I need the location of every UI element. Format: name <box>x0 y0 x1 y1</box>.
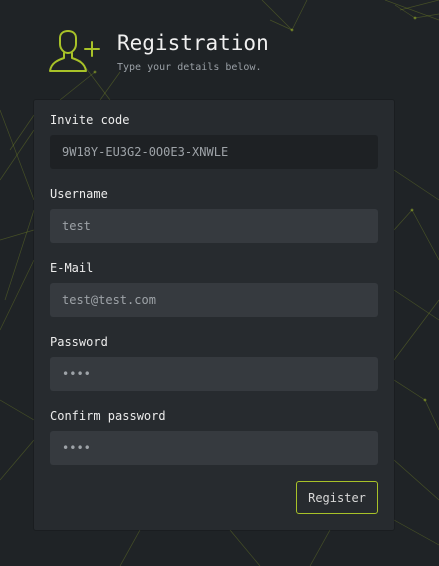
confirm-password-label: Confirm password <box>50 409 166 423</box>
page-header: Registration Type your details below. <box>48 30 408 76</box>
password-field[interactable] <box>50 357 378 391</box>
password-label: Password <box>50 335 108 349</box>
email-field[interactable] <box>50 283 378 317</box>
confirm-password-field[interactable] <box>50 431 378 465</box>
email-label: E-Mail <box>50 261 94 275</box>
register-button[interactable]: Register <box>296 481 378 514</box>
invite-code-field[interactable] <box>50 135 378 169</box>
username-field[interactable] <box>50 209 378 243</box>
username-label: Username <box>50 187 108 201</box>
invite-code-label: Invite code <box>50 113 130 127</box>
page-subtitle: Type your details below. <box>117 62 262 73</box>
add-user-icon <box>49 30 100 72</box>
registration-form: Invite code Username E-Mail Password Con… <box>34 100 394 530</box>
page-title: Registration <box>117 31 269 55</box>
